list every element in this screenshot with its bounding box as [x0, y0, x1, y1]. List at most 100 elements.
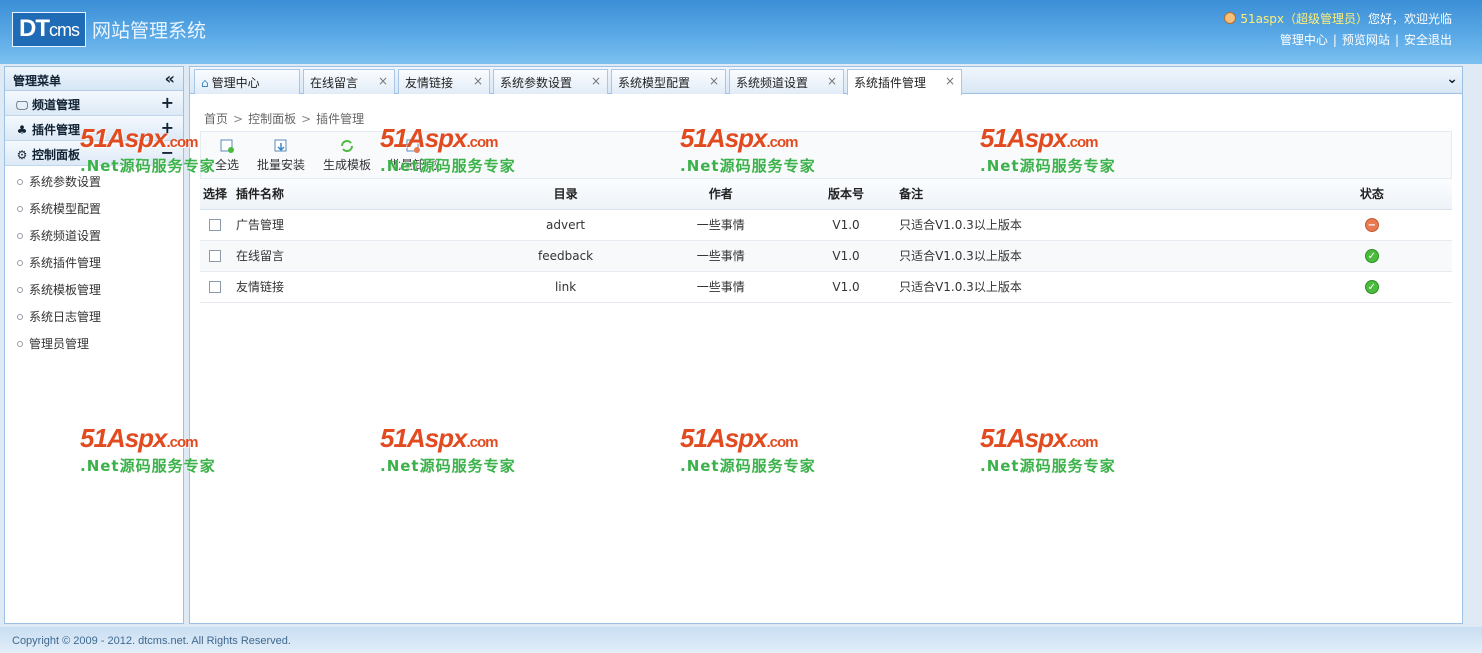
sidebar-header: 管理菜单 «	[5, 67, 183, 91]
sidebar-group-label: 控制面板	[32, 148, 81, 162]
close-icon[interactable]: ×	[591, 74, 601, 88]
plugin-remark: 只适合V1.0.3以上版本	[891, 271, 1292, 303]
user-name: 51aspx（超级管理员）	[1240, 12, 1368, 26]
plugin-version: V1.0	[800, 271, 892, 303]
logo-subtitle: 网站管理系统	[92, 20, 207, 42]
close-icon[interactable]: ×	[709, 74, 719, 88]
logout-link[interactable]: 安全退出	[1404, 33, 1452, 47]
tab-system-model[interactable]: 系统模型配置 ×	[611, 69, 726, 94]
plugin-remark: 只适合V1.0.3以上版本	[891, 240, 1292, 272]
tab-bar: ⌂ 管理中心 在线留言 × 友情链接 × 系统参数设置 × 系统模型配置 × 系统频道设置…	[190, 67, 1462, 95]
sidebar-title: 管理菜单	[13, 74, 62, 88]
sidebar-group-label: 频道管理	[32, 98, 81, 112]
sidebar-item-admin[interactable]: 管理员管理	[5, 328, 183, 355]
top-links: 管理中心 | 预览网站 | 安全退出	[1279, 33, 1452, 47]
table-header-row: 选择 插件名称 目录 作者 版本号 备注 状态	[200, 179, 1452, 210]
sidebar-group-control[interactable]: ⚙ 控制面板 −	[5, 141, 183, 166]
col-version: 版本号	[800, 179, 892, 210]
plugin-name: 广告管理	[230, 209, 491, 241]
sidebar-group-label: 插件管理	[32, 123, 81, 137]
breadcrumb-current: 插件管理	[316, 112, 365, 126]
generate-template-button[interactable]: 生成模板	[323, 138, 371, 173]
bullet-icon	[17, 287, 23, 293]
tab-feedback[interactable]: 在线留言 ×	[303, 69, 395, 94]
plugin-name: 在线留言	[230, 240, 491, 272]
row-checkbox[interactable]	[209, 219, 222, 231]
plugin-version: V1.0	[800, 209, 892, 241]
table-row: 在线留言 feedback 一些事情 V1.0 只适合V1.0.3以上版本 ✓	[200, 240, 1452, 272]
row-checkbox[interactable]	[209, 281, 222, 293]
close-icon[interactable]: ×	[827, 74, 837, 88]
status-off-icon[interactable]: −	[1364, 218, 1379, 232]
sidebar-item-system-channel[interactable]: 系统频道设置	[5, 220, 183, 247]
plugin-remark: 只适合V1.0.3以上版本	[891, 209, 1292, 241]
collapse-icon[interactable]: −	[161, 143, 174, 162]
bullet-icon	[17, 206, 23, 212]
bullet-icon	[17, 260, 23, 266]
col-dir: 目录	[490, 179, 641, 210]
close-icon[interactable]: ×	[473, 74, 483, 88]
col-name: 插件名称	[230, 179, 491, 210]
tab-links[interactable]: 友情链接 ×	[398, 69, 490, 94]
plugin-dir: feedback	[490, 240, 641, 272]
col-remark: 备注	[891, 179, 1292, 210]
plugin-author: 一些事情	[640, 271, 801, 303]
sidebar-item-system-model[interactable]: 系统模型配置	[5, 193, 183, 220]
tab-system-params[interactable]: 系统参数设置 ×	[493, 69, 608, 94]
table-row: 友情链接 link 一些事情 V1.0 只适合V1.0.3以上版本 ✓	[200, 271, 1452, 303]
breadcrumb-home[interactable]: 首页	[204, 112, 228, 126]
bullet-icon	[17, 233, 23, 239]
main-panel: ⌂ 管理中心 在线留言 × 友情链接 × 系统参数设置 × 系统模型配置 × 系统频道设置…	[189, 66, 1463, 624]
sidebar-item-system-template[interactable]: 系统模板管理	[5, 274, 183, 301]
batch-uninstall-button[interactable]: 批量卸载	[389, 138, 437, 173]
install-icon	[274, 139, 287, 152]
expand-icon[interactable]: +	[161, 118, 174, 137]
user-info: 51aspx（超级管理员）您好，欢迎光临	[1224, 10, 1452, 27]
puzzle-icon: ♣	[16, 123, 28, 137]
tab-admin-center[interactable]: ⌂ 管理中心	[194, 69, 300, 94]
col-select: 选择	[200, 179, 231, 210]
status-on-icon[interactable]: ✓	[1364, 249, 1379, 263]
sidebar-item-system-plugin[interactable]: 系统插件管理	[5, 247, 183, 274]
plugin-dir: advert	[490, 209, 641, 241]
tab-system-channel[interactable]: 系统频道设置 ×	[729, 69, 844, 94]
footer: Copyright © 2009 - 2012. dtcms.net. All …	[0, 627, 1482, 653]
toolbar: 全选 批量安装 生成模板 批量卸载	[200, 131, 1452, 179]
table-row: 广告管理 advert 一些事情 V1.0 只适合V1.0.3以上版本 −	[200, 209, 1452, 241]
tab-system-plugin[interactable]: 系统插件管理 ×	[847, 69, 962, 95]
select-all-icon	[220, 139, 234, 153]
plugin-author: 一些事情	[640, 209, 801, 241]
bullet-icon	[17, 341, 23, 347]
user-icon	[1224, 12, 1237, 24]
row-checkbox[interactable]	[209, 250, 222, 262]
close-icon[interactable]: ×	[945, 74, 955, 88]
sidebar-group-plugin[interactable]: ♣ 插件管理 +	[5, 116, 183, 141]
bullet-icon	[17, 179, 23, 185]
status-on-icon[interactable]: ✓	[1364, 280, 1379, 294]
sidebar-group-channel[interactable]: 🖵 频道管理 +	[5, 91, 183, 116]
sidebar-item-system-log[interactable]: 系统日志管理	[5, 301, 183, 328]
plugin-version: V1.0	[800, 240, 892, 272]
col-status: 状态	[1291, 179, 1452, 210]
home-icon: ⌂	[201, 76, 209, 90]
sidebar-item-system-params[interactable]: 系统参数设置	[5, 166, 183, 193]
batch-install-button[interactable]: 批量安装	[257, 138, 305, 173]
plugin-dir: link	[490, 271, 641, 303]
logo-mark: DTcms	[12, 12, 86, 47]
tab-more-icon[interactable]: ⌄	[1446, 71, 1458, 87]
collapse-sidebar-icon[interactable]: «	[165, 69, 175, 88]
col-author: 作者	[640, 179, 801, 210]
monitor-icon: 🖵	[16, 98, 28, 112]
expand-icon[interactable]: +	[161, 93, 174, 112]
logo: DTcms 网站管理系统	[12, 12, 206, 47]
greeting: 您好，欢迎光临	[1367, 12, 1452, 26]
select-all-button[interactable]: 全选	[215, 138, 239, 173]
sidebar: 管理菜单 « 🖵 频道管理 + ♣ 插件管理 + ⚙ 控制面板 − 系统参数设置 系统…	[4, 66, 184, 624]
admin-center-link[interactable]: 管理中心	[1280, 33, 1328, 47]
plugin-author: 一些事情	[640, 240, 801, 272]
preview-site-link[interactable]: 预览网站	[1342, 33, 1390, 47]
uninstall-icon	[406, 139, 420, 153]
close-icon[interactable]: ×	[378, 74, 388, 88]
breadcrumb-control-panel[interactable]: 控制面板	[248, 112, 296, 126]
plugin-name: 友情链接	[230, 271, 491, 303]
